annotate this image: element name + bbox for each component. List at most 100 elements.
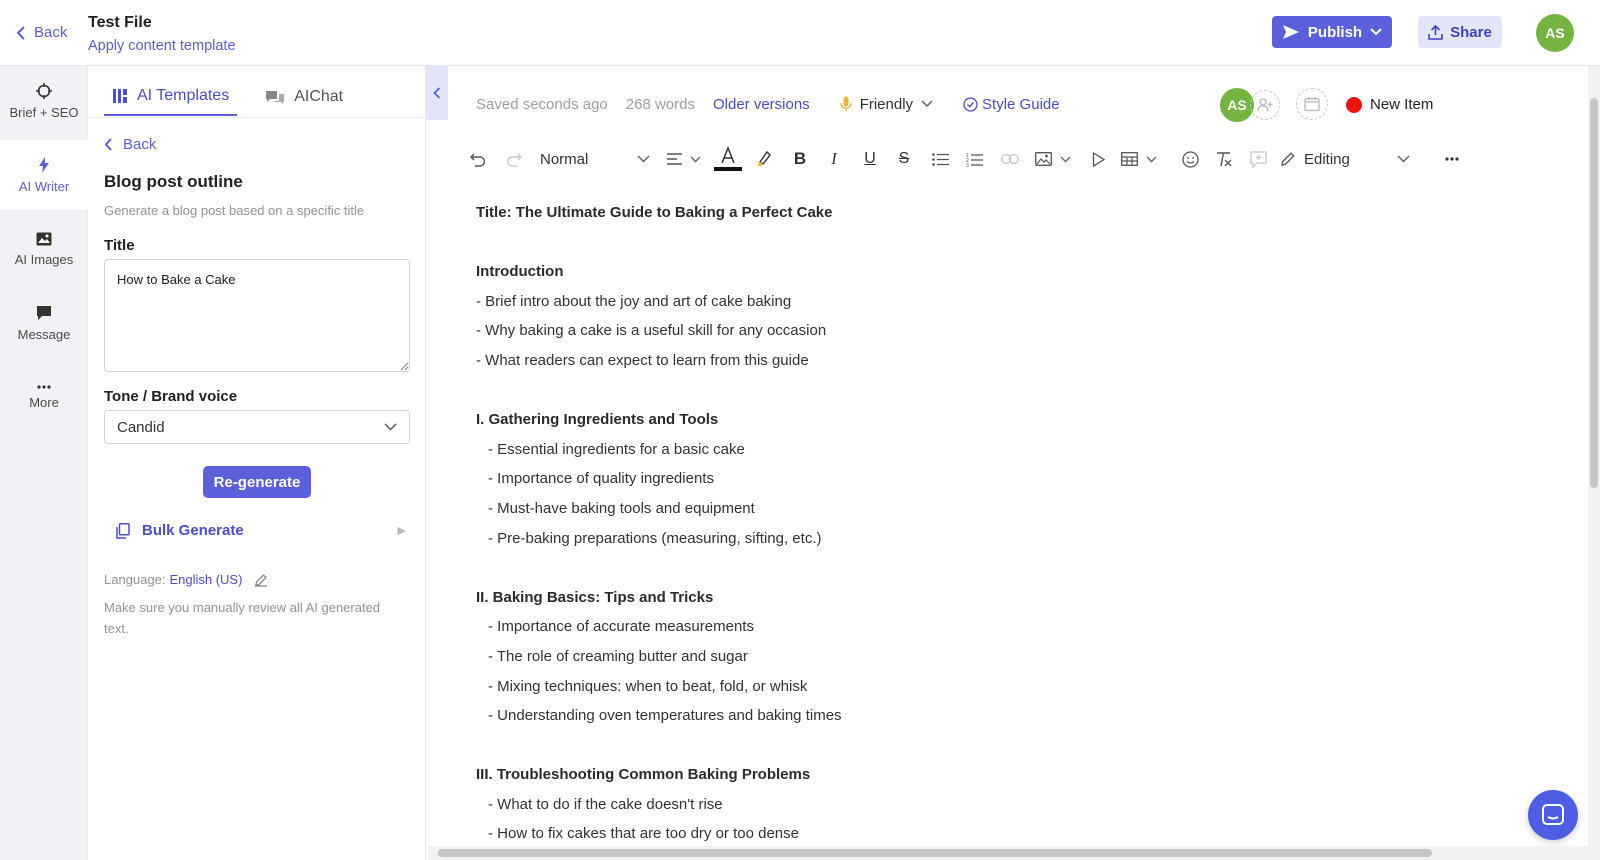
- panel-back-button[interactable]: Back: [104, 136, 156, 153]
- document-line[interactable]: - Brief intro about the joy and art of c…: [476, 287, 1376, 317]
- ellipsis-icon: [37, 384, 51, 389]
- share-button[interactable]: Share: [1418, 16, 1502, 48]
- rail-label: Brief + SEO: [9, 104, 79, 120]
- document-heading[interactable]: Title: The Ultimate Guide to Baking a Pe…: [476, 198, 1376, 228]
- comment-icon[interactable]: [1246, 144, 1270, 174]
- schedule-button[interactable]: [1296, 88, 1328, 120]
- word-count: 268 words: [625, 95, 695, 113]
- scroll-thumb[interactable]: [1590, 98, 1598, 488]
- numbered-list-icon[interactable]: 123: [962, 144, 986, 174]
- document-line[interactable]: - Importance of accurate measurements: [476, 612, 1376, 642]
- edit-icon[interactable]: [254, 573, 268, 587]
- back-button[interactable]: Back: [16, 24, 67, 41]
- tab-ai-templates[interactable]: AI Templates: [104, 78, 238, 116]
- publish-button[interactable]: Publish: [1272, 16, 1392, 48]
- play-icon[interactable]: [1086, 144, 1110, 174]
- document-line[interactable]: - Mixing techniques: when to beat, fold,…: [476, 672, 1376, 702]
- title-input[interactable]: How to Bake a Cake: [104, 259, 410, 372]
- highlight-icon[interactable]: [752, 144, 776, 174]
- item-status[interactable]: New Item: [1346, 96, 1433, 113]
- older-versions-link[interactable]: Older versions: [713, 96, 810, 113]
- block-format-select[interactable]: Normal: [540, 144, 650, 174]
- style-guide-button[interactable]: Style Guide: [963, 96, 1060, 113]
- document-line[interactable]: - What readers can expect to learn from …: [476, 346, 1376, 376]
- blank-line[interactable]: [476, 731, 1376, 761]
- horizontal-scrollbar[interactable]: [428, 846, 1588, 860]
- rail-item-ai-images[interactable]: AI Images: [0, 214, 88, 284]
- document-heading[interactable]: II. Baking Basics: Tips and Tricks: [476, 583, 1376, 613]
- support-chat-button[interactable]: [1528, 790, 1578, 840]
- align-dropdown[interactable]: [664, 144, 704, 174]
- document-line[interactable]: - What to do if the cake doesn't rise: [476, 790, 1376, 820]
- underline-icon[interactable]: U: [858, 144, 882, 174]
- redo-icon[interactable]: [502, 144, 526, 174]
- language-value[interactable]: English (US): [169, 572, 242, 587]
- image-icon: [36, 232, 52, 245]
- regenerate-button[interactable]: Re-generate: [203, 466, 311, 498]
- rail-item-message[interactable]: Message: [0, 288, 88, 358]
- apply-template-link[interactable]: Apply content template: [88, 38, 236, 54]
- microphone-icon: [840, 96, 852, 111]
- italic-icon[interactable]: I: [822, 144, 846, 174]
- vertical-scrollbar[interactable]: [1588, 66, 1600, 860]
- more-options-icon[interactable]: [1440, 144, 1464, 174]
- svg-text:3: 3: [966, 163, 969, 167]
- document-line[interactable]: - Pre-baking preparations (measuring, si…: [476, 524, 1376, 554]
- link-icon[interactable]: [998, 144, 1022, 174]
- pencil-icon: [1281, 152, 1295, 166]
- table-dropdown[interactable]: [1118, 144, 1160, 174]
- chevron-down-icon: [1397, 155, 1410, 163]
- document-heading[interactable]: III. Troubleshooting Common Baking Probl…: [476, 760, 1376, 790]
- tab-aichat[interactable]: AIChat: [257, 78, 351, 116]
- templates-icon: [113, 89, 127, 103]
- blank-line[interactable]: [476, 228, 1376, 258]
- blank-line[interactable]: [476, 376, 1376, 406]
- document-line[interactable]: - How to fix cakes that are too dry or t…: [476, 819, 1376, 849]
- clear-format-icon[interactable]: [1212, 144, 1236, 174]
- undo-icon[interactable]: [466, 144, 490, 174]
- language-row: Language: English (US): [104, 572, 268, 587]
- tone-select[interactable]: Candid: [104, 410, 410, 444]
- template-title: Blog post outline: [104, 172, 243, 191]
- document-line[interactable]: - Importance of quality ingredients: [476, 464, 1376, 494]
- tone-dropdown[interactable]: Friendly: [840, 96, 933, 113]
- editor-status-bar: Saved seconds ago 268 words Older versio…: [476, 92, 1060, 116]
- document-heading[interactable]: I. Gathering Ingredients and Tools: [476, 405, 1376, 435]
- strikethrough-icon[interactable]: S: [892, 144, 916, 174]
- rail-label: More: [29, 394, 59, 410]
- add-user-icon: [1257, 98, 1273, 112]
- review-note: Make sure you manually review all AI gen…: [104, 600, 381, 636]
- bold-icon[interactable]: B: [788, 144, 812, 174]
- collaborator-avatar[interactable]: AS: [1220, 88, 1254, 122]
- document-line[interactable]: - Must-have baking tools and equipment: [476, 494, 1376, 524]
- align-left-icon: [667, 153, 682, 165]
- rail-item-ai-writer[interactable]: AI Writer: [0, 140, 88, 210]
- document-line[interactable]: - Understanding oven temperatures and ba…: [476, 701, 1376, 731]
- blank-line[interactable]: [476, 553, 1376, 583]
- collapse-panel-button[interactable]: [426, 66, 448, 120]
- editing-mode-dropdown[interactable]: Editing: [1280, 144, 1410, 174]
- document-line[interactable]: - The role of creaming butter and sugar: [476, 642, 1376, 672]
- document-heading[interactable]: Introduction: [476, 257, 1376, 287]
- bulk-generate-button[interactable]: Bulk Generate ▶: [116, 522, 406, 539]
- image-icon: [1035, 152, 1052, 166]
- block-format-value: Normal: [540, 150, 589, 168]
- collaborators: AS: [1220, 88, 1280, 122]
- document-body[interactable]: Title: The Ultimate Guide to Baking a Pe…: [476, 198, 1376, 849]
- scroll-thumb[interactable]: [438, 849, 1432, 857]
- chevron-left-icon: [433, 87, 441, 99]
- chevron-down-icon: [1060, 156, 1071, 162]
- user-avatar[interactable]: AS: [1536, 14, 1574, 52]
- chevron-down-icon: [384, 423, 397, 431]
- document-line[interactable]: - Essential ingredients for a basic cake: [476, 435, 1376, 465]
- bullet-list-icon[interactable]: [928, 144, 952, 174]
- font-color-icon[interactable]: [714, 144, 742, 174]
- rail-item-more[interactable]: More: [0, 362, 88, 432]
- image-dropdown[interactable]: [1032, 144, 1074, 174]
- document-line[interactable]: - Why baking a cake is a useful skill fo…: [476, 316, 1376, 346]
- add-collaborator-button[interactable]: [1250, 90, 1280, 120]
- emoji-icon[interactable]: [1178, 144, 1202, 174]
- item-status-label: New Item: [1370, 96, 1434, 113]
- rail-label: Message: [17, 326, 71, 342]
- rail-item-brief-seo[interactable]: Brief + SEO: [0, 66, 88, 136]
